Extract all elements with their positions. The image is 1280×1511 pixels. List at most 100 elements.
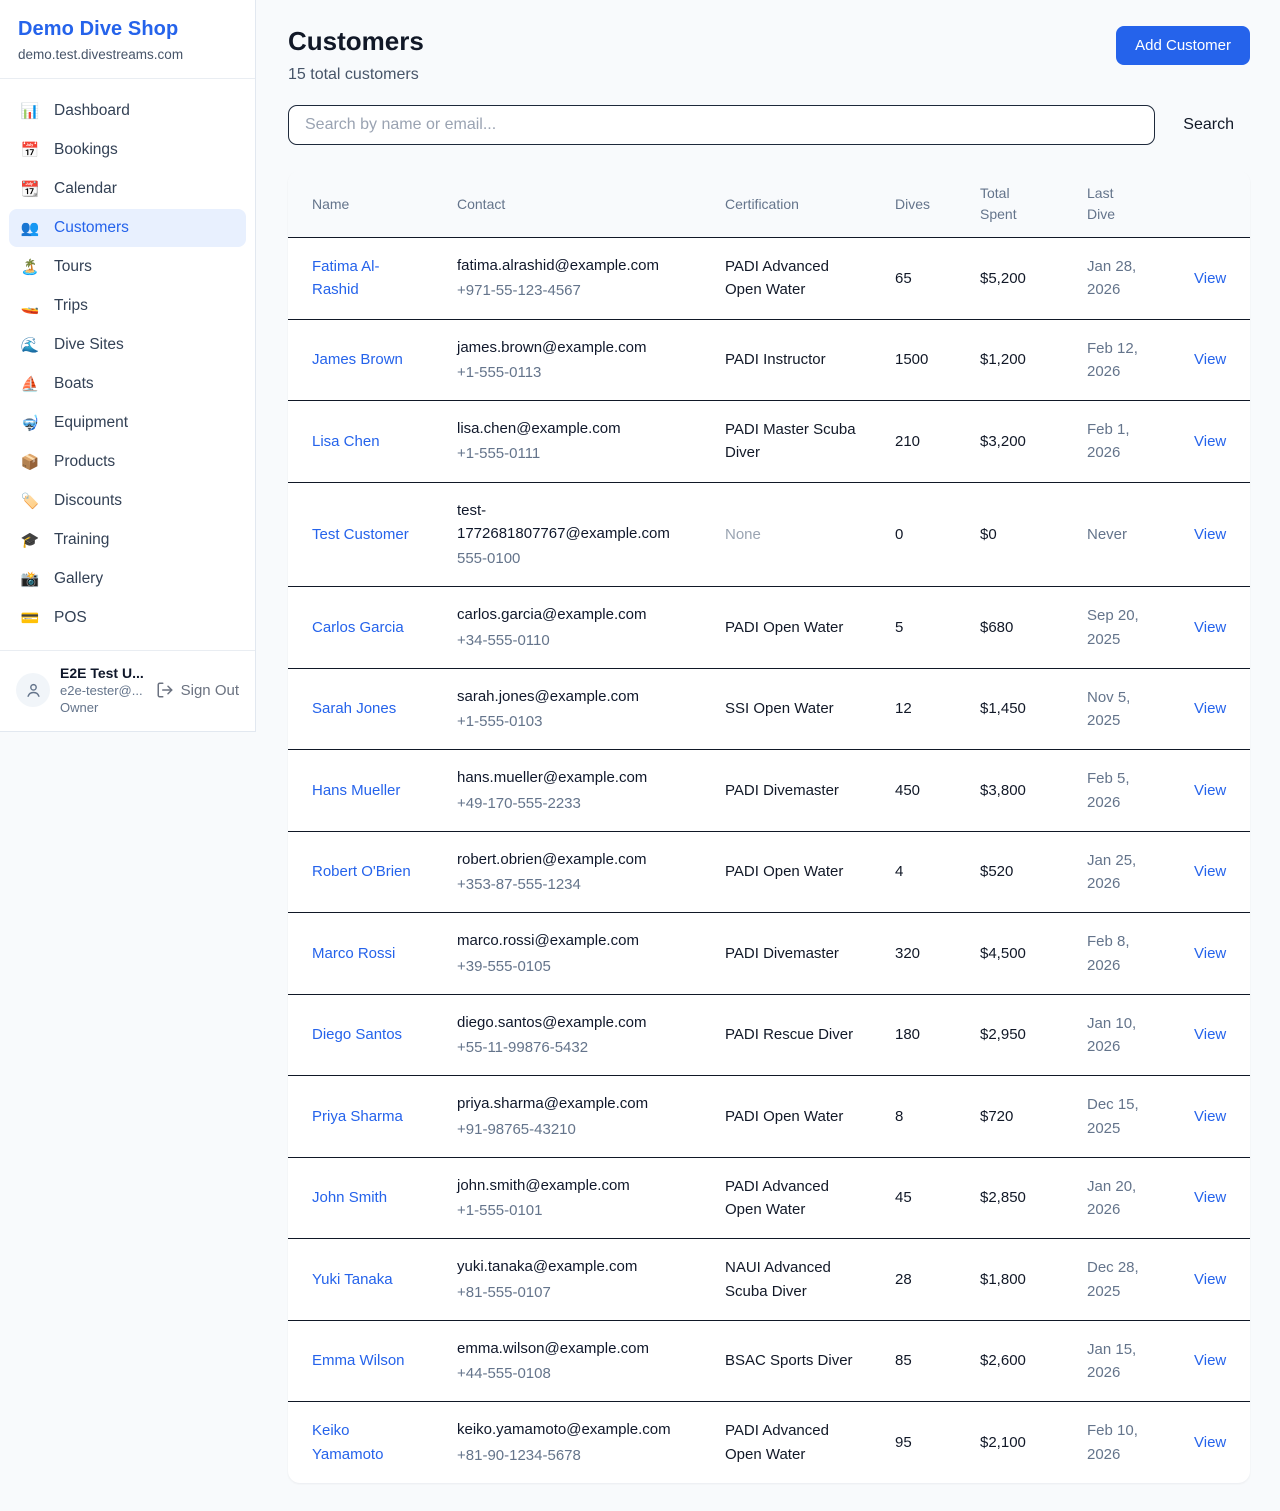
customer-dives: 8 (871, 1076, 956, 1158)
sidebar-item-boats[interactable]: ⛵ Boats (9, 365, 246, 403)
customer-certification: PADI Open Water (701, 831, 871, 913)
view-link[interactable]: View (1194, 863, 1226, 880)
sidebar-item-calendar[interactable]: 📆 Calendar (9, 170, 246, 208)
search-input[interactable] (288, 105, 1155, 145)
customer-name-link[interactable]: Diego Santos (312, 1026, 402, 1043)
customer-name-link[interactable]: Carlos Garcia (312, 619, 404, 636)
customer-name-link[interactable]: Robert O'Brien (312, 863, 411, 880)
customer-certification: BSAC Sports Diver (701, 1320, 871, 1402)
customer-total-spent: $3,200 (956, 401, 1063, 483)
table-row: Diego Santos diego.santos@example.com +5… (288, 994, 1250, 1076)
customer-name-link[interactable]: Hans Mueller (312, 782, 400, 799)
view-link[interactable]: View (1194, 1352, 1226, 1369)
customer-last-dive: Feb 12, 2026 (1063, 319, 1170, 401)
customer-name-link[interactable]: Fatima Al-Rashid (312, 258, 380, 298)
customer-name-link[interactable]: Yuki Tanaka (312, 1271, 393, 1288)
customer-email: james.brown@example.com (457, 336, 689, 359)
user-name: E2E Test U... (60, 665, 146, 681)
page-title: Customers (288, 26, 424, 57)
column-header-action (1170, 171, 1250, 238)
sidebar-item-discounts[interactable]: 🏷️ Discounts (9, 482, 246, 520)
sidebar-item-bookings[interactable]: 📅 Bookings (9, 131, 246, 169)
customer-name-link[interactable]: Lisa Chen (312, 433, 380, 450)
speedboat-icon: 🚤 (19, 299, 41, 314)
sidebar-item-label: Calendar (54, 180, 117, 198)
customers-table-card: NameContactCertificationDivesTotal Spent… (288, 171, 1250, 1483)
add-customer-button[interactable]: Add Customer (1116, 26, 1250, 65)
customer-dives: 65 (871, 238, 956, 320)
page-header: Customers 15 total customers Add Custome… (288, 26, 1250, 84)
customer-email: marco.rossi@example.com (457, 929, 689, 952)
customer-phone: 555-0100 (457, 547, 689, 570)
table-row: Sarah Jones sarah.jones@example.com +1-5… (288, 668, 1250, 750)
customer-email: hans.mueller@example.com (457, 766, 689, 789)
sidebar-item-customers[interactable]: 👥 Customers (9, 209, 246, 247)
sidebar-item-products[interactable]: 📦 Products (9, 443, 246, 481)
table-row: Carlos Garcia carlos.garcia@example.com … (288, 587, 1250, 669)
customers-table: NameContactCertificationDivesTotal Spent… (288, 171, 1250, 1483)
customer-name-link[interactable]: Test Customer (312, 526, 409, 543)
sidebar-item-label: Products (54, 453, 115, 471)
customer-total-spent: $1,450 (956, 668, 1063, 750)
customer-phone: +1-555-0113 (457, 361, 689, 384)
view-link[interactable]: View (1194, 700, 1226, 717)
view-link[interactable]: View (1194, 1108, 1226, 1125)
customer-name-link[interactable]: James Brown (312, 351, 403, 368)
customer-email: diego.santos@example.com (457, 1011, 689, 1034)
customer-name-link[interactable]: Priya Sharma (312, 1108, 403, 1125)
customer-name-link[interactable]: Sarah Jones (312, 700, 396, 717)
customer-last-dive: Jan 20, 2026 (1063, 1157, 1170, 1239)
search-button[interactable]: Search (1183, 116, 1234, 134)
customer-total-spent: $1,800 (956, 1239, 1063, 1321)
customer-total-spent: $2,950 (956, 994, 1063, 1076)
customer-name-link[interactable]: Emma Wilson (312, 1352, 405, 1369)
sidebar-item-tours[interactable]: 🏝️ Tours (9, 248, 246, 286)
view-link[interactable]: View (1194, 782, 1226, 799)
view-link[interactable]: View (1194, 1271, 1226, 1288)
customer-name-link[interactable]: John Smith (312, 1189, 387, 1206)
customer-phone: +49-170-555-2233 (457, 792, 689, 815)
sign-out-button[interactable]: Sign Out (156, 681, 239, 699)
sidebar-item-label: Customers (54, 219, 129, 237)
column-header-certification: Certification (701, 171, 871, 238)
customer-phone: +1-555-0103 (457, 710, 689, 733)
view-link[interactable]: View (1194, 1189, 1226, 1206)
table-row: John Smith john.smith@example.com +1-555… (288, 1157, 1250, 1239)
user-email: e2e-tester@... (60, 683, 146, 698)
user-section: E2E Test U... e2e-tester@... Owner Sign … (0, 650, 255, 731)
view-link[interactable]: View (1194, 1434, 1226, 1451)
sidebar-item-dashboard[interactable]: 📊 Dashboard (9, 92, 246, 130)
view-link[interactable]: View (1194, 619, 1226, 636)
customer-dives: 5 (871, 587, 956, 669)
sidebar-item-dive-sites[interactable]: 🌊 Dive Sites (9, 326, 246, 364)
island-icon: 🏝️ (19, 260, 41, 275)
credit-card-icon: 💳 (19, 611, 41, 626)
customer-last-dive: Feb 5, 2026 (1063, 750, 1170, 832)
customer-certification: None (701, 482, 871, 587)
customer-name-link[interactable]: Marco Rossi (312, 945, 395, 962)
sidebar-item-trips[interactable]: 🚤 Trips (9, 287, 246, 325)
customer-dives: 45 (871, 1157, 956, 1239)
calendar-bookings-icon: 📅 (19, 143, 41, 158)
customer-dives: 1500 (871, 319, 956, 401)
logout-icon (156, 681, 174, 699)
sidebar-item-label: Trips (54, 297, 88, 315)
customer-phone: +81-90-1234-5678 (457, 1444, 689, 1467)
view-link[interactable]: View (1194, 270, 1226, 287)
sign-out-label: Sign Out (181, 682, 239, 699)
view-link[interactable]: View (1194, 1026, 1226, 1043)
view-link[interactable]: View (1194, 433, 1226, 450)
sidebar-item-label: Bookings (54, 141, 118, 159)
search-row: Search (288, 105, 1250, 145)
customer-name-link[interactable]: Keiko Yamamoto (312, 1422, 383, 1462)
sidebar-item-pos[interactable]: 💳 POS (9, 599, 246, 637)
sidebar-item-training[interactable]: 🎓 Training (9, 521, 246, 559)
view-link[interactable]: View (1194, 945, 1226, 962)
sidebar-item-gallery[interactable]: 📸 Gallery (9, 560, 246, 598)
diving-mask-icon: 🤿 (19, 416, 41, 431)
view-link[interactable]: View (1194, 351, 1226, 368)
view-link[interactable]: View (1194, 526, 1226, 543)
sidebar-item-equipment[interactable]: 🤿 Equipment (9, 404, 246, 442)
table-row: Keiko Yamamoto keiko.yamamoto@example.co… (288, 1402, 1250, 1483)
bar-chart-icon: 📊 (19, 104, 41, 119)
